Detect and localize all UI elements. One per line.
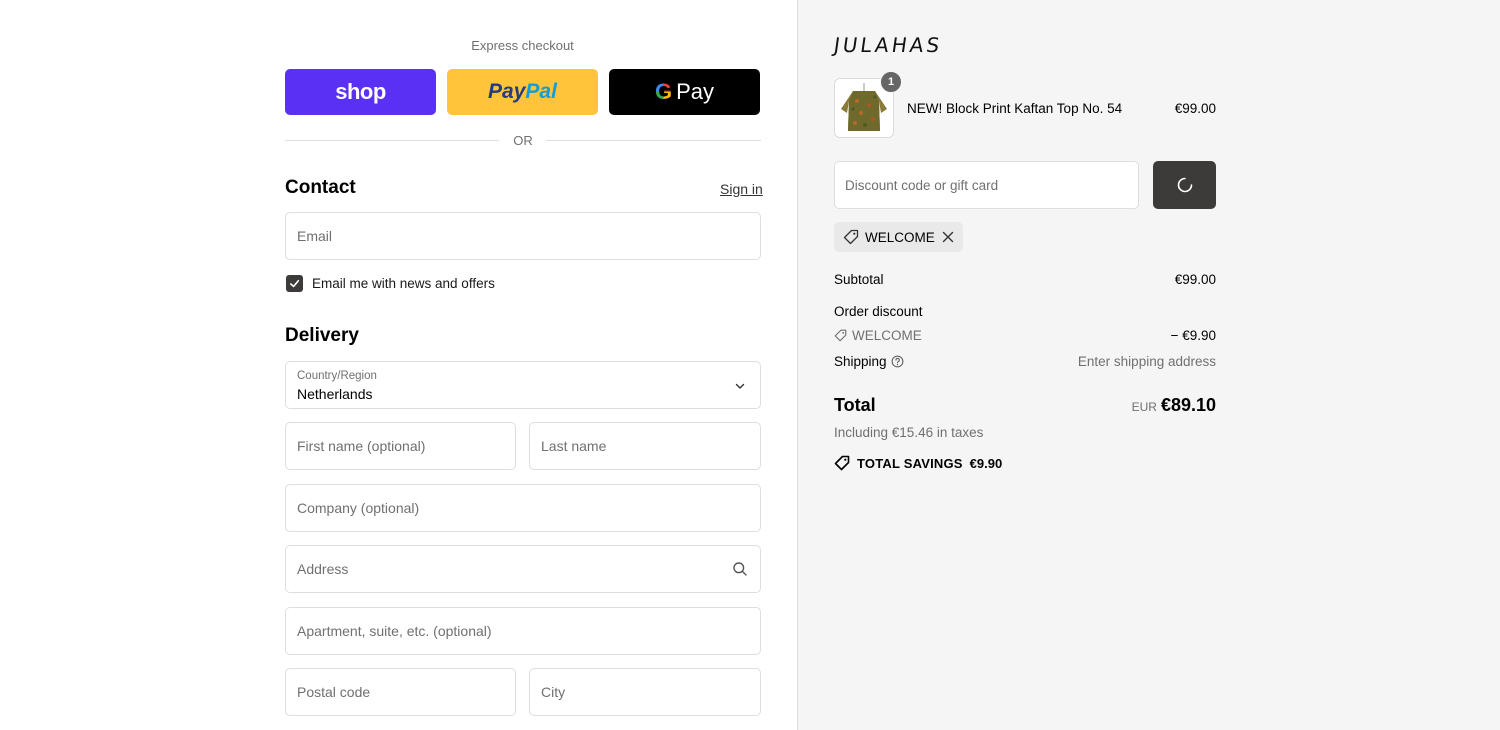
discount-code-input[interactable] — [835, 162, 1138, 208]
postal-code-field[interactable] — [285, 668, 516, 716]
address-input[interactable] — [286, 546, 760, 592]
google-pay-label: Pay — [676, 79, 715, 104]
total-currency: EUR — [1131, 400, 1157, 414]
apartment-input[interactable] — [286, 608, 760, 654]
shipping-value: Enter shipping address — [1077, 354, 1216, 369]
tax-line: Including €15.46 in taxes — [834, 425, 984, 440]
subtotal-label: Subtotal — [834, 272, 884, 287]
city-field[interactable] — [529, 668, 761, 716]
shop-pay-logo: shop — [335, 79, 386, 104]
newsletter-label: Email me with news and offers — [312, 276, 495, 291]
country-select-label: Country/Region — [297, 370, 377, 382]
checkmark-icon — [290, 279, 300, 288]
total-savings-label: TOTAL SAVINGS — [857, 455, 963, 471]
or-divider-left — [285, 140, 499, 141]
country-select-value: Netherlands — [297, 386, 373, 402]
company-input[interactable] — [286, 485, 760, 531]
shipping-label: Shipping — [834, 354, 887, 369]
first-name-field[interactable] — [285, 422, 516, 470]
applied-discount-chip: WELCOME — [834, 222, 963, 252]
applied-discount-code: WELCOME — [865, 229, 935, 245]
close-icon[interactable] — [941, 230, 955, 244]
subtotal-value: €99.00 — [1174, 272, 1216, 287]
total-savings-row: TOTAL SAVINGS €9.90 — [834, 455, 1002, 471]
delivery-title: Delivery — [285, 325, 359, 346]
sign-in-link[interactable]: Sign in — [720, 181, 763, 197]
total-value-group: EUR €89.10 — [1000, 395, 1216, 416]
or-divider-text: OR — [513, 133, 533, 148]
or-divider-right — [546, 140, 761, 141]
shipping-row: Shipping — [834, 354, 904, 369]
paypal-logo-pay: Pay — [488, 80, 526, 103]
discount-code-field[interactable] — [834, 161, 1139, 209]
product-price: €99.00 — [1174, 101, 1216, 116]
express-checkout-label: Express checkout — [471, 38, 574, 53]
shop-pay-button[interactable]: shop — [285, 69, 436, 115]
google-pay-button[interactable]: G Pay — [609, 69, 760, 115]
search-icon[interactable] — [732, 561, 748, 577]
address-field[interactable] — [285, 545, 761, 593]
brand-logo: JULAHAS — [832, 33, 944, 57]
first-name-input[interactable] — [286, 423, 515, 469]
total-savings-value: €9.90 — [969, 455, 1003, 471]
email-field[interactable] — [285, 212, 761, 260]
tag-icon — [834, 455, 850, 471]
last-name-field[interactable] — [529, 422, 761, 470]
chevron-down-icon — [735, 383, 745, 389]
total-label: Total — [834, 395, 876, 415]
country-select[interactable]: Country/Region Netherlands — [285, 361, 761, 409]
google-g-icon: G — [654, 79, 673, 104]
quantity-badge: 1 — [880, 71, 902, 93]
paypal-button[interactable]: Pay Pal — [447, 69, 598, 115]
order-discount-label: Order discount — [834, 304, 923, 319]
city-input[interactable] — [530, 669, 760, 715]
email-input[interactable] — [286, 213, 760, 259]
loading-spinner-icon — [1177, 177, 1192, 193]
tag-icon — [843, 229, 859, 245]
apply-discount-button[interactable] — [1153, 161, 1216, 209]
discount-code-name: WELCOME — [852, 328, 922, 343]
apartment-field[interactable] — [285, 607, 761, 655]
newsletter-checkbox[interactable] — [286, 275, 303, 292]
postal-code-input[interactable] — [286, 669, 515, 715]
help-circle-icon[interactable] — [891, 355, 904, 368]
discount-code-row: WELCOME — [834, 328, 922, 343]
discount-value: − €9.90 — [1170, 328, 1216, 343]
last-name-input[interactable] — [530, 423, 760, 469]
contact-title: Contact — [285, 177, 356, 198]
paypal-logo-pal: Pal — [525, 80, 557, 103]
total-amount: €89.10 — [1160, 395, 1216, 415]
company-field[interactable] — [285, 484, 761, 532]
tag-icon — [834, 329, 847, 342]
